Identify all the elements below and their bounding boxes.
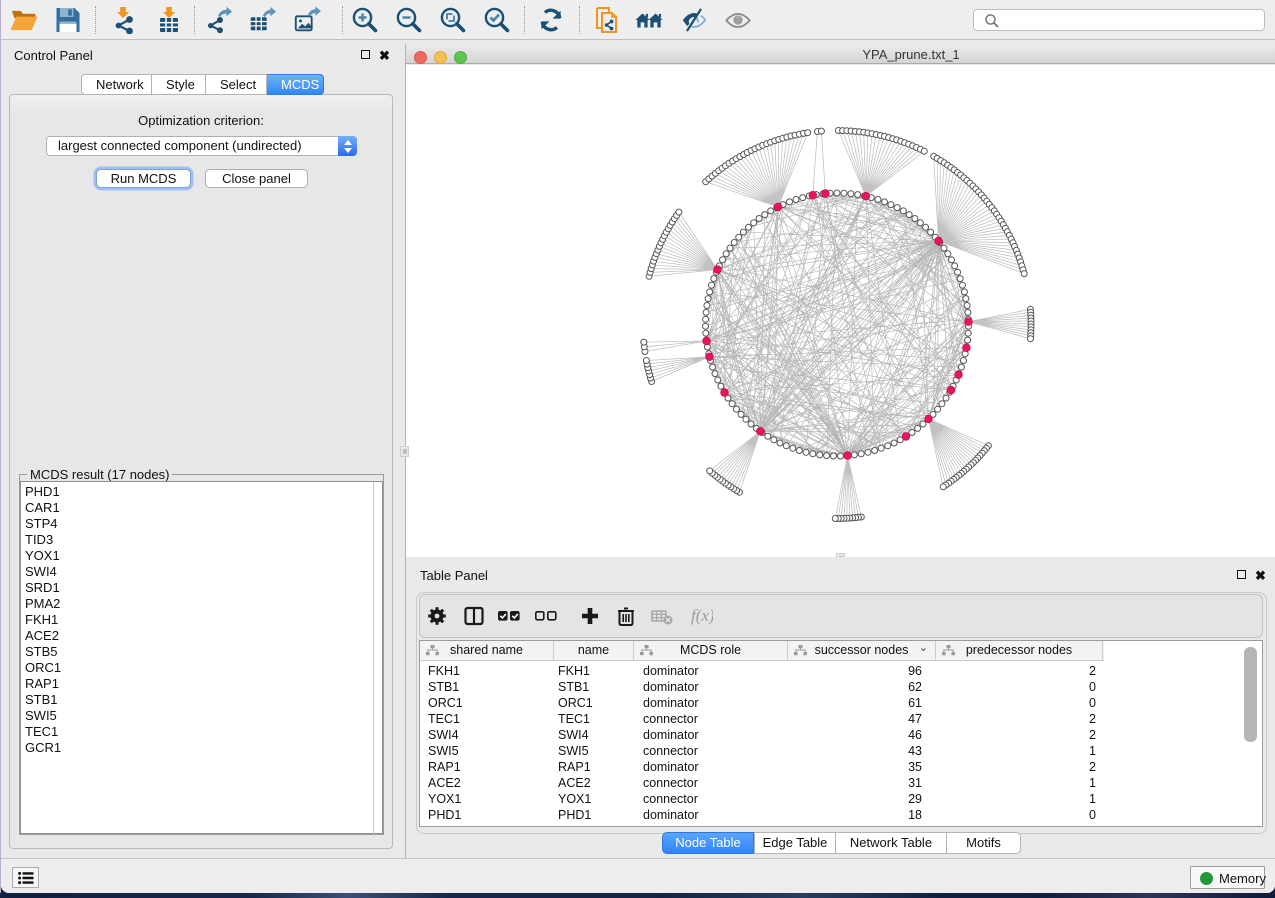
svg-text:f(x): f(x) — [691, 606, 713, 625]
